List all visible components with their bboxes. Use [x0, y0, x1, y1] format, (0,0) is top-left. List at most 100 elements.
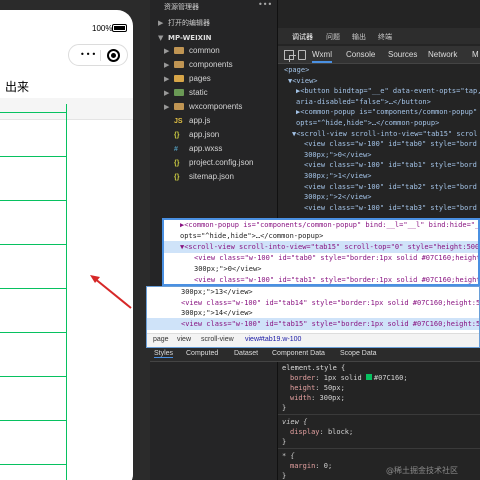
tab-component-data[interactable]: Component Data	[272, 350, 325, 357]
wxml-node-line[interactable]: <view class="w-100" id="tab2" style="bor…	[304, 183, 477, 191]
css-close-brace: }	[282, 472, 287, 480]
file-tree-label: project.config.json	[189, 158, 254, 167]
list-row-border	[0, 288, 67, 289]
project-label: MP-WEIXIN	[168, 34, 212, 42]
chevron-right-icon: ▶	[164, 62, 170, 69]
wxml-node-line[interactable]: <page>	[284, 66, 309, 74]
breadcrumb-item[interactable]: scroll-view	[201, 336, 234, 343]
file-tree-label: wxcomponents	[189, 102, 243, 111]
tab-terminal[interactable]: 终端	[378, 32, 392, 42]
tab-problems[interactable]: 问题	[326, 32, 340, 42]
inspect-element-icon[interactable]	[284, 50, 296, 62]
tab-computed[interactable]: Computed	[186, 350, 218, 357]
file-tree-item[interactable]: ▶ static	[164, 88, 208, 101]
wxml-node-line[interactable]: ▶<button bindtap="__e" data-event-opts="…	[296, 87, 480, 95]
wxml-node-line[interactable]: <view class="w-100" id="tab15" style="bo…	[181, 320, 479, 328]
css-rule-margin[interactable]: margin: 0;	[290, 462, 332, 470]
list-row-border	[0, 464, 67, 465]
file-tree-item[interactable]: ▶ wxcomponents	[164, 102, 242, 115]
open-editors-section[interactable]: ▶ 打开的编辑器	[158, 18, 210, 28]
tab-more[interactable]: M	[472, 50, 479, 59]
breadcrumb-item[interactable]: page	[153, 336, 169, 343]
wxml-node-line[interactable]: <view class="w-100" id="tab3" style="bor…	[304, 204, 477, 212]
chevron-right-icon: ▶	[158, 19, 164, 27]
chevron-right-icon: ▶	[164, 76, 170, 83]
list-row-border	[0, 200, 67, 201]
folder-icon	[174, 47, 184, 54]
tab-sources[interactable]: Sources	[388, 50, 417, 59]
tab-wxml[interactable]: Wxml	[312, 50, 332, 63]
tab-dataset[interactable]: Dataset	[234, 350, 258, 357]
wxml-node-line[interactable]: <view class="w-100" id="tab0" style="bor…	[304, 140, 477, 148]
styles-pane: element.style { border: 1px solid #07C16…	[278, 362, 480, 480]
breadcrumb-item-active[interactable]: view#tab19.w-100	[245, 336, 301, 343]
explorer-more-icon[interactable]: •••	[258, 0, 272, 9]
wxml-node-line[interactable]: <view class="w-100" id="tab14" style="bo…	[181, 299, 479, 307]
wxml-node-line[interactable]: ▼<view>	[288, 77, 318, 85]
tab-console[interactable]: Console	[346, 50, 375, 59]
wxml-node-line[interactable]: ▶<common-popup is="components/common-pop…	[180, 221, 478, 229]
tab-output[interactable]: 输出	[352, 32, 366, 42]
wxml-zoom-overlay: ▶<common-popup is="components/common-pop…	[162, 218, 480, 286]
wxml-node-line[interactable]: 300px;">1</view>	[304, 172, 371, 180]
tab-debugger[interactable]: 调试器	[292, 32, 313, 42]
file-tree-item[interactable]: ▶ components	[164, 60, 233, 73]
file-tree-item[interactable]: {} app.json	[174, 130, 219, 143]
json-file-icon: {}	[174, 132, 180, 139]
file-tree-item[interactable]: {} sitemap.json	[174, 172, 234, 185]
wxml-node-line[interactable]: <view class="w-100" id="tab1" style="bor…	[304, 161, 477, 169]
file-tree-item[interactable]: ▶ common	[164, 46, 220, 59]
wxml-node-line[interactable]: 300px;">0</view>	[194, 265, 261, 273]
close-target-icon[interactable]	[107, 49, 120, 62]
chevron-down-icon: ▼	[158, 34, 164, 42]
wxml-node-line[interactable]: <view class="w-100" id="tab0" style="bor…	[194, 254, 478, 262]
device-toggle-icon[interactable]	[298, 50, 306, 60]
wxml-node-line[interactable]: 300px;">2</view>	[304, 193, 371, 201]
file-tree-item[interactable]: {} project.config.json	[174, 158, 253, 171]
wxml-node-line[interactable]: opts="^hide,hide">…</common-popup>	[296, 119, 439, 127]
tab-network[interactable]: Network	[428, 50, 457, 59]
watermark: @稀土掘金技术社区	[386, 466, 458, 475]
more-icon[interactable]: •••	[80, 51, 96, 59]
css-rule-width[interactable]: width: 300px;	[290, 394, 345, 402]
folder-icon	[174, 61, 184, 68]
wxml-node-line[interactable]: 300px;">14</view>	[181, 309, 253, 317]
css-file-icon: #	[174, 146, 178, 153]
tab-scope-data[interactable]: Scope Data	[340, 350, 377, 357]
color-swatch-icon[interactable]	[365, 374, 372, 380]
scroll-view-list[interactable]	[0, 104, 67, 480]
css-rule-display[interactable]: display: block;	[290, 428, 353, 436]
open-editors-label: 打开的编辑器	[168, 19, 210, 27]
chevron-right-icon: ▶	[164, 104, 170, 111]
file-tree-item[interactable]: # app.wxss	[174, 144, 222, 157]
file-tree-item[interactable]: ▶ pages	[164, 74, 211, 87]
mini-program-capsule[interactable]: •••	[68, 44, 128, 66]
wxml-node-line[interactable]: 300px;">13</view>	[181, 288, 253, 296]
wxml-node-line[interactable]: 300px;">0</view>	[304, 151, 371, 159]
simulator-panel: 100% ••• 出来	[0, 0, 150, 480]
debug-tabs: 调试器 问题 输出 终端	[278, 28, 480, 44]
file-tree-label: app.json	[189, 130, 220, 139]
wxml-node-line[interactable]: ▼<scroll-view scroll-into-view="tab15" s…	[292, 130, 477, 138]
wxml-node-line[interactable]: <view class="w-100" id="tab1" style="bor…	[194, 276, 478, 284]
list-row-border	[0, 332, 67, 333]
breadcrumb-item[interactable]: view	[177, 336, 191, 343]
wxml-tree: <page> ▼<view> ▶<button bindtap="__e" data…	[278, 64, 480, 216]
tab-styles[interactable]: Styles	[154, 350, 174, 358]
css-rule-border[interactable]: border: 1px solid #07C160;	[290, 374, 408, 382]
wxml-node-line[interactable]: aria-disabled="false">…</button>	[296, 98, 431, 106]
wxml-node-line[interactable]: opts="^hide,hide">…</common-popup>	[180, 232, 323, 240]
file-tree-label: app.wxss	[189, 144, 223, 153]
wxml-node-line[interactable]: ▼<scroll-view scroll-into-view="tab15" s…	[180, 243, 478, 251]
folder-icon	[174, 89, 184, 96]
project-section[interactable]: ▼ MP-WEIXIN	[158, 34, 212, 42]
folder-icon	[174, 103, 184, 110]
explorer-title: 资源管理器	[164, 3, 199, 11]
css-close-brace: }	[282, 404, 287, 412]
file-tree-item[interactable]: JS app.js	[174, 116, 210, 129]
file-tree-label: app.js	[189, 116, 211, 125]
wxml-zoom-overlay-2: 300px;">13</view> <view class="w-100" id=…	[146, 286, 480, 348]
chevron-right-icon: ▶	[164, 48, 170, 55]
css-rule-height[interactable]: height: 50px;	[290, 384, 345, 392]
wxml-node-line[interactable]: ▶<common-popup is="components/common-pop…	[296, 108, 477, 116]
